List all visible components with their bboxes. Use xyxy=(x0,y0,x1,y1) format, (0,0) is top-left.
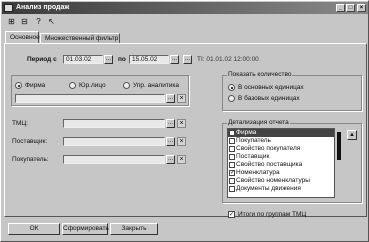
help-icon[interactable]: ? xyxy=(33,16,44,27)
list-drag-bar xyxy=(337,132,341,160)
radio-base-units-label: В базовых единицах xyxy=(238,95,300,102)
report-window: Анализ продаж _ □ × ⊞ ⊟ ? ↖ Основное Мно… xyxy=(0,0,369,242)
supplier-clear-icon[interactable]: × xyxy=(177,137,186,146)
period-select-button[interactable]: ... xyxy=(183,55,192,64)
list-item-checkbox[interactable] xyxy=(229,154,235,160)
list-item[interactable]: Покупатель xyxy=(228,137,334,145)
ti-timestamp: ТІ: 01.01.02 12:00:00 xyxy=(197,56,259,63)
buyer-select-button[interactable]: ... xyxy=(166,155,175,164)
close-dialog-button[interactable]: Закрыть xyxy=(110,223,158,235)
period-label: Период с xyxy=(27,56,57,63)
list-item-checkbox[interactable] xyxy=(229,130,235,136)
window-title: Анализ продаж xyxy=(16,4,70,11)
tmc-select-button[interactable]: ... xyxy=(166,119,175,128)
detail-listbox[interactable]: Фирма Покупатель Свойство покупателя Пос… xyxy=(227,128,335,198)
ok-button[interactable]: ОК xyxy=(8,223,60,235)
list-item[interactable]: Свойство поставщика xyxy=(228,161,334,169)
show-qty-title: Показать количество xyxy=(227,71,293,78)
tmc-clear-icon[interactable]: × xyxy=(177,119,186,128)
structure-icon[interactable]: ⊟ xyxy=(19,16,30,27)
maximize-button[interactable]: □ xyxy=(346,4,355,12)
radio-legal-entity-label: Юр.лицо xyxy=(79,82,106,89)
list-item-checkbox[interactable]: ✓ xyxy=(229,170,235,176)
totals-checkbox[interactable]: ✓ xyxy=(228,211,235,218)
radio-main-units-label: В основных единицах xyxy=(238,84,304,91)
buyer-clear-icon[interactable]: × xyxy=(177,155,186,164)
list-item-checkbox[interactable] xyxy=(229,162,235,168)
list-item-checkbox[interactable] xyxy=(229,138,235,144)
list-item-checkbox[interactable] xyxy=(229,186,235,192)
tree-icon[interactable]: ⊞ xyxy=(6,16,17,27)
period-to-button[interactable]: ... xyxy=(170,55,179,64)
radio-legal-entity[interactable] xyxy=(69,82,76,89)
list-item[interactable]: ✓ Номенклатура xyxy=(228,169,334,177)
radio-mgmt-analytics[interactable] xyxy=(123,82,130,89)
pointer-help-icon[interactable]: ↖ xyxy=(46,16,57,27)
entity-clear-icon[interactable]: × xyxy=(177,94,186,103)
list-item[interactable]: Свойство номенклатуры xyxy=(228,177,334,185)
radio-firm[interactable] xyxy=(15,82,22,89)
show-qty-group xyxy=(222,75,362,111)
entity-select-button[interactable]: ... xyxy=(166,94,175,103)
minimize-button[interactable]: _ xyxy=(336,4,345,12)
close-button[interactable]: × xyxy=(357,4,366,12)
radio-firm-label: Фирма xyxy=(25,82,46,89)
radio-main-units[interactable] xyxy=(228,84,235,91)
toolbar: ⊞ ⊟ ? ↖ xyxy=(3,15,367,28)
list-item[interactable]: Свойство покупателя xyxy=(228,145,334,153)
supplier-input[interactable] xyxy=(63,137,165,146)
supplier-label: Поставщик: xyxy=(12,138,48,145)
list-item-checkbox[interactable] xyxy=(229,146,235,152)
list-item[interactable]: Поставщик xyxy=(228,153,334,161)
tmc-label: ТМЦ: xyxy=(12,120,28,127)
period-to-label: по xyxy=(118,56,126,63)
tmc-input[interactable] xyxy=(63,119,165,128)
list-item-checkbox[interactable] xyxy=(229,178,235,184)
title-bar[interactable]: Анализ продаж _ □ × xyxy=(2,2,368,14)
detail-title: Детализация отчета xyxy=(227,119,290,126)
buyer-input[interactable] xyxy=(63,155,165,164)
totals-label: Итоги по группам ТМЦ xyxy=(238,211,307,218)
list-item[interactable]: Фирма xyxy=(228,129,334,137)
supplier-select-button[interactable]: ... xyxy=(166,137,175,146)
period-to-input[interactable]: 15.05.02 xyxy=(129,55,169,64)
move-up-button[interactable]: ▲ xyxy=(347,130,357,140)
buyer-label: Покупатель: xyxy=(12,156,49,163)
period-from-button[interactable]: ... xyxy=(104,55,113,64)
radio-mgmt-analytics-label: Упр. аналитика xyxy=(133,82,180,89)
radio-base-units[interactable] xyxy=(228,95,235,102)
app-icon xyxy=(4,4,13,12)
entity-input[interactable] xyxy=(15,94,165,103)
list-item[interactable]: Документы движения xyxy=(228,185,334,193)
period-from-input[interactable]: 01.03.02 xyxy=(63,55,103,64)
build-report-button[interactable]: Сформировать xyxy=(62,223,109,235)
